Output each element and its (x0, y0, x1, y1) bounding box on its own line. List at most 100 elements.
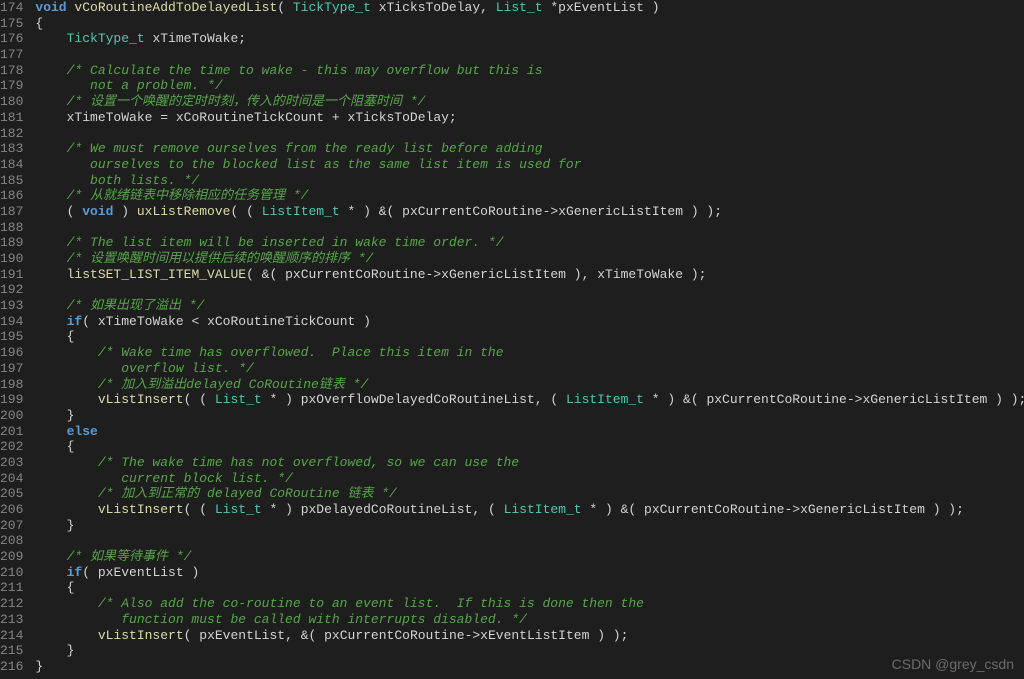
token-cmt: /* The wake time has not overflowed, so … (98, 455, 519, 470)
token-fn: vListInsert (98, 502, 184, 517)
token-p: ; (449, 110, 457, 125)
code-line[interactable]: /* Calculate the time to wake - this may… (35, 63, 1024, 79)
code-line[interactable]: } (35, 408, 1024, 424)
code-line[interactable]: current block list. */ (35, 471, 1024, 487)
code-line[interactable]: /* 加入到溢出delayed CoRoutine链表 */ (35, 377, 1024, 393)
line-number: 199 (0, 392, 23, 408)
token-op: -> (543, 204, 559, 219)
token-p: ( (35, 204, 82, 219)
code-line[interactable] (35, 533, 1024, 549)
token-p: ( (277, 0, 293, 15)
line-number: 198 (0, 377, 23, 393)
line-number: 193 (0, 298, 23, 314)
code-line[interactable]: function must be called with interrupts … (35, 612, 1024, 628)
code-line[interactable]: vListInsert( ( List_t * ) pxDelayedCoRou… (35, 502, 1024, 518)
code-line[interactable]: not a problem. */ (35, 78, 1024, 94)
line-number: 197 (0, 361, 23, 377)
token-p (35, 345, 97, 360)
code-line[interactable] (35, 220, 1024, 236)
code-line[interactable]: /* The wake time has not overflowed, so … (35, 455, 1024, 471)
token-type: ListItem_t (262, 204, 348, 219)
code-line[interactable]: /* 加入到正常的 delayed CoRoutine 链表 */ (35, 486, 1024, 502)
token-cmt: /* 加入到正常的 delayed CoRoutine 链表 */ (98, 486, 397, 501)
token-p: ) (184, 565, 200, 580)
code-line[interactable]: /* 设置一个唤醒的定时时刻，传入的时间是一个阻塞时间 */ (35, 94, 1024, 110)
code-line[interactable]: if( xTimeToWake < xCoRoutineTickCount ) (35, 314, 1024, 330)
code-area[interactable]: void vCoRoutineAddToDelayedList( TickTyp… (29, 0, 1024, 679)
token-p: ), (566, 267, 597, 282)
line-number: 203 (0, 455, 23, 471)
token-p (35, 235, 66, 250)
token-p (35, 141, 66, 156)
code-line[interactable]: /* Wake time has overflowed. Place this … (35, 345, 1024, 361)
token-p: , (285, 628, 301, 643)
token-p: , (480, 0, 496, 15)
code-line[interactable]: /* 如果出现了溢出 */ (35, 298, 1024, 314)
token-op: -> (465, 628, 481, 643)
token-p: { (35, 329, 74, 344)
line-number: 192 (0, 282, 23, 298)
token-kw: void (82, 204, 113, 219)
line-number: 213 (0, 612, 23, 628)
code-line[interactable]: /* 从就绪链表中移除相应的任务管理 */ (35, 188, 1024, 204)
code-line[interactable]: /* We must remove ourselves from the rea… (35, 141, 1024, 157)
token-p: } (35, 659, 43, 674)
token-p (35, 549, 66, 564)
token-type: ListItem_t (504, 502, 590, 517)
code-editor[interactable]: 1741751761771781791801811821831841851861… (0, 0, 1024, 679)
token-p: ( (246, 267, 262, 282)
code-line[interactable] (35, 126, 1024, 142)
token-type: List_t (215, 502, 270, 517)
line-number: 204 (0, 471, 23, 487)
token-id: xTimeToWake (67, 110, 161, 125)
code-line[interactable]: overflow list. */ (35, 361, 1024, 377)
token-p: } (35, 643, 74, 658)
token-p: } (35, 408, 74, 423)
code-line[interactable]: /* 设置唤醒时间用以提供后续的唤醒顺序的排序 */ (35, 251, 1024, 267)
code-line[interactable]: both lists. */ (35, 173, 1024, 189)
code-line[interactable] (35, 47, 1024, 63)
code-line[interactable]: } (35, 659, 1024, 675)
token-type: TickType_t (67, 31, 153, 46)
line-number: 183 (0, 141, 23, 157)
line-number: 176 (0, 31, 23, 47)
line-number: 205 (0, 486, 23, 502)
token-cmt: overflow list. */ (35, 361, 253, 376)
token-p (35, 628, 97, 643)
token-cmt: /* 如果出现了溢出 */ (67, 298, 205, 313)
code-line[interactable]: { (35, 329, 1024, 345)
token-fn: vListInsert (98, 628, 184, 643)
code-line[interactable]: } (35, 518, 1024, 534)
code-line[interactable]: if( pxEventList ) (35, 565, 1024, 581)
code-line[interactable]: { (35, 16, 1024, 32)
code-line[interactable]: /* 如果等待事件 */ (35, 549, 1024, 565)
code-line[interactable]: xTimeToWake = xCoRoutineTickCount + xTic… (35, 110, 1024, 126)
code-line[interactable]: /* Also add the co-routine to an event l… (35, 596, 1024, 612)
token-p: * ) (269, 502, 300, 517)
token-p: ( ( (184, 392, 215, 407)
code-line[interactable]: { (35, 580, 1024, 596)
token-p: ( ( (184, 502, 215, 517)
token-id: xGenericListItem (558, 204, 683, 219)
code-line[interactable]: void vCoRoutineAddToDelayedList( TickTyp… (35, 0, 1024, 16)
token-id: xTicksToDelay (379, 0, 480, 15)
token-id: xGenericListItem (862, 392, 987, 407)
code-line[interactable]: vListInsert( pxEventList, &( pxCurrentCo… (35, 628, 1024, 644)
code-line[interactable]: vListInsert( ( List_t * ) pxOverflowDela… (35, 392, 1024, 408)
token-id: xGenericListItem (800, 502, 925, 517)
code-line[interactable]: ( void ) uxListRemove( ( ListItem_t * ) … (35, 204, 1024, 220)
code-line[interactable]: { (35, 439, 1024, 455)
code-line[interactable]: ourselves to the blocked list as the sam… (35, 157, 1024, 173)
code-line[interactable]: else (35, 424, 1024, 440)
line-number: 202 (0, 439, 23, 455)
token-kw: if (67, 314, 83, 329)
code-line[interactable] (35, 282, 1024, 298)
token-p: ); (683, 267, 706, 282)
code-line[interactable]: } (35, 643, 1024, 659)
code-line[interactable]: /* The list item will be inserted in wak… (35, 235, 1024, 251)
line-number: 206 (0, 502, 23, 518)
token-cmt: not a problem. */ (35, 78, 222, 93)
code-line[interactable]: listSET_LIST_ITEM_VALUE( &( pxCurrentCoR… (35, 267, 1024, 283)
line-number: 207 (0, 518, 23, 534)
code-line[interactable]: TickType_t xTimeToWake; (35, 31, 1024, 47)
